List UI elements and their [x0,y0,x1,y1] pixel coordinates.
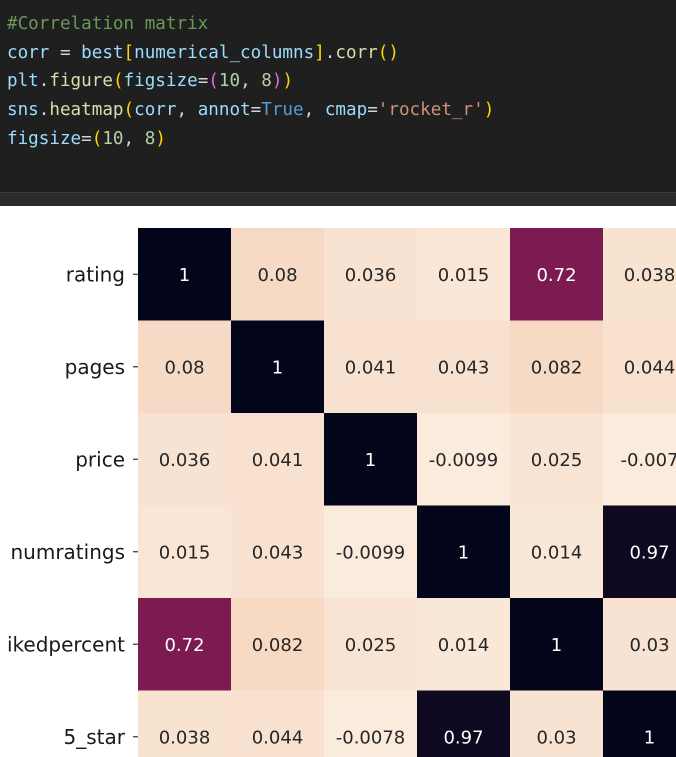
code-token: corr [335,42,378,63]
y-tick-label: rating [66,262,125,286]
code-token: figure [49,71,113,92]
cell-annotation: 1 [458,542,469,563]
cell-annotation: 1 [179,265,190,286]
cell-annotation: 0.08 [164,357,204,378]
cell-annotation: 0.025 [345,635,397,656]
code-token: True [261,100,304,121]
code-token: . [38,100,50,121]
code-token: . [324,42,336,63]
code-token: ) [282,71,294,92]
cell-annotation: 0.014 [531,542,583,563]
code-token: 10 [102,128,124,149]
cell-annotation: 0.03 [536,727,576,748]
cell-annotation: 0.036 [345,265,397,286]
code-token: 8 [261,71,272,92]
correlation-heatmap: 1 0.08 0.036 0.015 0.72 0.038 0.08 1 0.041 0.043 0… [7,228,676,757]
y-tick-label: price [75,447,125,471]
cell-annotation: 0.015 [438,265,490,286]
code-cell[interactable]: #Correlation matrix corr = best[numerical… [0,0,676,192]
code-token: ( [112,71,124,92]
code-token: heatmap [49,100,124,121]
code-token: numerical_columns [134,42,315,63]
cell-annotation: 0.025 [531,450,583,471]
code-token: () [377,42,399,63]
cell-annotation: -0.007 [620,450,676,471]
cell-annotation: 0.043 [252,542,304,563]
code-token: , [123,128,145,149]
code-token: 'rocket_r' [377,100,484,121]
code-token: cmap [324,100,368,121]
code-line: figsize=(10, 8) [7,125,494,154]
cell-annotation: 1 [551,635,562,656]
code-token: figsize [123,71,198,92]
code-token: corr [134,100,177,121]
heatmap-cell [603,690,676,757]
cell-annotation: 0.97 [629,542,669,563]
code-line: #Correlation matrix [7,10,494,39]
y-tick-label: numratings [10,540,125,564]
cell-annotation: -0.0099 [429,450,498,471]
cell-annotation: 1 [644,727,655,748]
cell-annotation: 0.044 [252,727,304,748]
y-tick-label: pages [65,355,125,379]
code-token: ] [314,42,325,63]
code-token: , [176,100,198,121]
code-token: [ [123,42,135,63]
code-token: = [367,100,378,121]
code-token: 8 [144,128,156,149]
code-line: corr = best[numerical_columns].corr() [7,39,494,68]
cell-annotation: 0.72 [536,265,576,286]
code-token: ( [91,128,103,149]
code-token: , [303,100,325,121]
code-token: , [240,71,262,92]
cell-annotation: 0.038 [159,727,211,748]
cell-annotation: 0.082 [252,635,304,656]
cell-annotation: 0.03 [629,635,669,656]
cell-annotation: 0.72 [164,635,204,656]
cell-annotation: 0.036 [159,450,211,471]
code-token: ) [271,71,283,92]
code-token: corr [7,42,50,63]
cell-divider [0,192,676,206]
code-token: ) [155,128,166,149]
code-token: . [38,71,50,92]
cell-annotation: 1 [365,450,376,471]
cell-annotation: 0.08 [257,265,297,286]
y-tick-label: 5_star [64,725,126,749]
cell-annotation: 0.041 [345,357,397,378]
cell-annotation: 0.041 [252,450,304,471]
code-token: = [49,42,82,63]
cell-annotation: 0.014 [438,635,490,656]
cell-annotation: 0.038 [624,265,676,286]
cell-annotation: -0.0078 [336,727,405,748]
code-token: #Correlation matrix [7,14,209,34]
cell-annotation: 0.015 [159,542,211,563]
code-token: annot [197,100,251,121]
code-token: sns [7,100,39,121]
code-token: best [81,42,124,63]
cell-annotation: 0.043 [438,357,490,378]
cell-annotation: 0.97 [443,727,483,748]
code-token: ) [483,100,495,121]
code-token: = [250,100,262,121]
cell-annotation: 0.082 [531,357,583,378]
cell-annotation: 0.044 [624,357,676,378]
code-token: = [81,128,92,149]
y-tick-label: ikedpercent [7,632,125,656]
code-editor[interactable]: #Correlation matrix corr = best[numerical… [7,10,494,153]
code-token: = [197,71,209,92]
code-token: figsize [7,128,82,149]
code-line: plt.figure(figsize=(10, 8)) [7,67,494,96]
output-area: 1 0.08 0.036 0.015 0.72 0.038 0.08 1 0.041 0.043 0… [0,206,676,757]
code-token: ( [123,100,135,121]
code-token: plt [7,71,39,92]
cell-annotation: 1 [272,357,283,378]
code-token: ( [208,71,219,92]
code-token: 10 [218,71,241,92]
cell-annotation: -0.0099 [336,542,405,563]
code-line: sns.heatmap(corr, annot=True, cmap='rock… [7,96,494,125]
